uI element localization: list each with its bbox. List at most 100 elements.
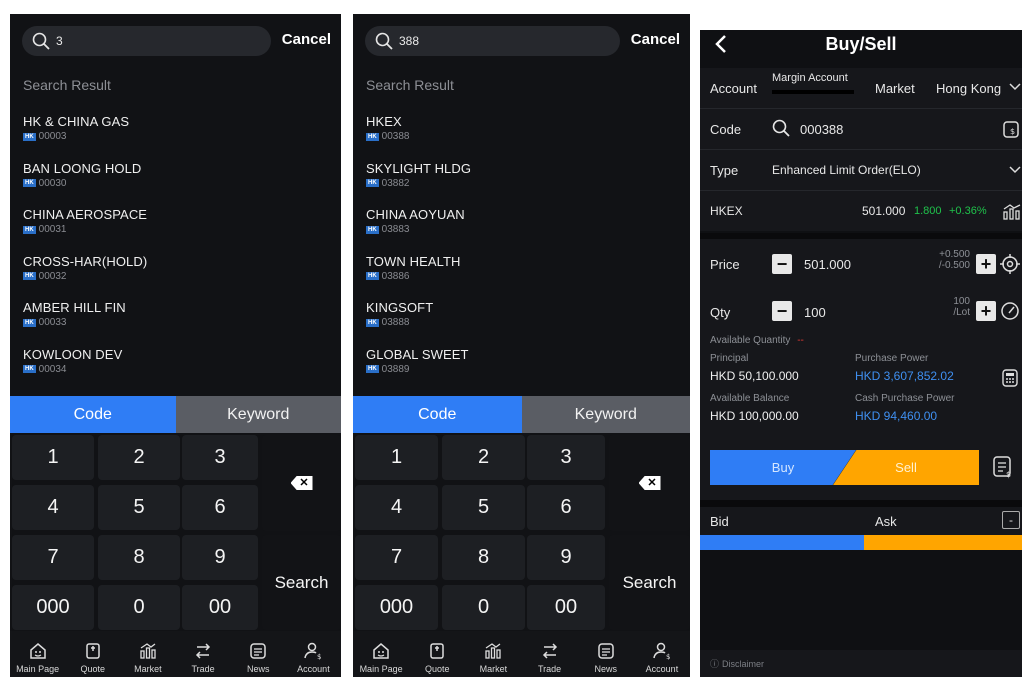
market-badge: HK (366, 365, 379, 373)
key-1[interactable]: 1 (355, 435, 438, 480)
list-item[interactable]: KOWLOON DEV HK 00034 (23, 347, 331, 394)
key-0[interactable]: 0 (442, 585, 525, 630)
stock-name: SKYLIGHT HLDG (366, 160, 472, 176)
key-000[interactable]: 000 (12, 585, 94, 630)
lot-unit: /Lot (953, 307, 970, 318)
back-arrow-icon[interactable] (714, 34, 728, 54)
key-4[interactable]: 4 (355, 485, 438, 530)
nav-market[interactable]: Market (120, 631, 175, 677)
list-item[interactable]: TOWN HEALTH HK 03886 (366, 254, 680, 301)
target-icon[interactable] (1000, 254, 1020, 274)
key-8[interactable]: 8 (442, 535, 525, 580)
backspace-key[interactable]: ✕ (262, 435, 341, 531)
key-00[interactable]: 00 (527, 585, 605, 630)
key-9[interactable]: 9 (182, 535, 258, 580)
search-key[interactable]: Search (262, 535, 341, 630)
search-icon[interactable] (772, 119, 790, 137)
buy-button[interactable]: Buy (710, 450, 856, 485)
nav-main-page[interactable]: Main Page (10, 631, 65, 677)
cancel-button[interactable]: Cancel (282, 31, 331, 48)
market-icon (140, 643, 156, 659)
search-input[interactable]: 388 (365, 26, 620, 56)
nav-account[interactable]: $ Account (634, 631, 690, 677)
key-2[interactable]: 2 (98, 435, 180, 480)
key-3[interactable]: 3 (182, 435, 258, 480)
list-item[interactable]: KINGSOFT HK 03888 (366, 300, 680, 347)
list-item[interactable]: CHINA AEROSPACE HK 00031 (23, 207, 331, 254)
key-5[interactable]: 5 (98, 485, 180, 530)
key-4[interactable]: 4 (12, 485, 94, 530)
price-decrease-button[interactable]: − (772, 254, 792, 274)
key-7[interactable]: 7 (12, 535, 94, 580)
price-increase-button[interactable]: + (976, 254, 996, 274)
key-0[interactable]: 0 (98, 585, 180, 630)
order-list-icon[interactable]: $ (992, 455, 1014, 479)
market-value[interactable]: Hong Kong (936, 81, 1001, 96)
qty-decrease-button[interactable]: − (772, 301, 792, 321)
price-input[interactable]: 501.000 (804, 257, 851, 272)
code-input[interactable]: 000388 (800, 122, 843, 137)
list-item[interactable]: CHINA AOYUAN HK 03883 (366, 207, 680, 254)
header: Buy/Sell (700, 30, 1022, 58)
key-000[interactable]: 000 (355, 585, 438, 630)
nav-trade[interactable]: Trade (176, 631, 231, 677)
order-type-value[interactable]: Enhanced Limit Order(ELO) (772, 163, 921, 177)
disclaimer-bar[interactable]: ⓘ Disclaimer (700, 650, 1022, 677)
nav-label: Trade (191, 664, 215, 674)
search-query[interactable]: 3 (56, 34, 63, 48)
list-item[interactable]: HKEX HK 00388 (366, 114, 680, 161)
key-00[interactable]: 00 (182, 585, 258, 630)
quote-icon (430, 643, 444, 659)
search-input[interactable]: 3 (22, 26, 271, 56)
key-5[interactable]: 5 (442, 485, 525, 530)
tab-code[interactable]: Code (10, 396, 176, 433)
tab-keyword[interactable]: Keyword (175, 396, 341, 433)
stock-code: 03886 (381, 270, 410, 282)
search-query[interactable]: 388 (399, 34, 419, 48)
key-3[interactable]: 3 (527, 435, 605, 480)
key-6[interactable]: 6 (527, 485, 605, 530)
nav-market[interactable]: Market (465, 631, 521, 677)
list-item[interactable]: SKYLIGHT HLDG HK 03882 (366, 161, 680, 208)
sell-button[interactable]: Sell (833, 450, 979, 485)
qty-increase-button[interactable]: + (976, 301, 996, 321)
collapse-button[interactable]: - (1002, 511, 1020, 529)
chevron-down-icon[interactable] (1008, 165, 1022, 175)
qty-input[interactable]: 100 (804, 305, 826, 320)
market-icon[interactable] (1002, 203, 1022, 221)
search-key[interactable]: Search (609, 535, 690, 630)
list-item[interactable]: CROSS-HAR(HOLD) HK 00032 (23, 254, 331, 301)
chevron-down-icon[interactable] (1008, 82, 1022, 92)
list-item[interactable]: HK & CHINA GAS HK 00003 (23, 114, 331, 161)
list-item[interactable]: AMBER HILL FIN HK 00033 (23, 300, 331, 347)
stock-name: HKEX (710, 204, 743, 218)
tab-keyword[interactable]: Keyword (521, 396, 690, 433)
stock-name: CHINA AOYUAN (366, 207, 465, 222)
wallet-icon[interactable]: $ (1002, 119, 1020, 139)
nav-news[interactable]: News (231, 631, 286, 677)
key-8[interactable]: 8 (98, 535, 180, 580)
nav-quote[interactable]: Quote (409, 631, 465, 677)
nav-news[interactable]: News (578, 631, 634, 677)
key-2[interactable]: 2 (442, 435, 525, 480)
gauge-icon[interactable] (1000, 301, 1020, 321)
stock-code: 03889 (381, 363, 410, 375)
list-item[interactable]: GLOBAL SWEET HK 03889 (366, 347, 680, 394)
nav-trade[interactable]: Trade (522, 631, 578, 677)
account-selector[interactable]: Margin Account (772, 72, 860, 94)
cancel-button[interactable]: Cancel (631, 31, 680, 48)
nav-quote[interactable]: Quote (65, 631, 120, 677)
key-1[interactable]: 1 (12, 435, 94, 480)
key-6[interactable]: 6 (182, 485, 258, 530)
cash-purchase-power-value: HKD 94,460.00 (855, 409, 938, 423)
backspace-key[interactable]: ✕ (609, 435, 690, 531)
list-item[interactable]: BAN LOONG HOLD HK 00030 (23, 161, 331, 208)
nav-account[interactable]: $ Account (286, 631, 341, 677)
key-9[interactable]: 9 (527, 535, 605, 580)
disclaimer-link: Disclaimer (722, 658, 765, 669)
tab-code[interactable]: Code (353, 396, 522, 433)
nav-main-page[interactable]: Main Page (353, 631, 409, 677)
key-7[interactable]: 7 (355, 535, 438, 580)
stock-name: KOWLOON DEV (23, 346, 123, 362)
calculator-icon[interactable] (1002, 369, 1018, 387)
